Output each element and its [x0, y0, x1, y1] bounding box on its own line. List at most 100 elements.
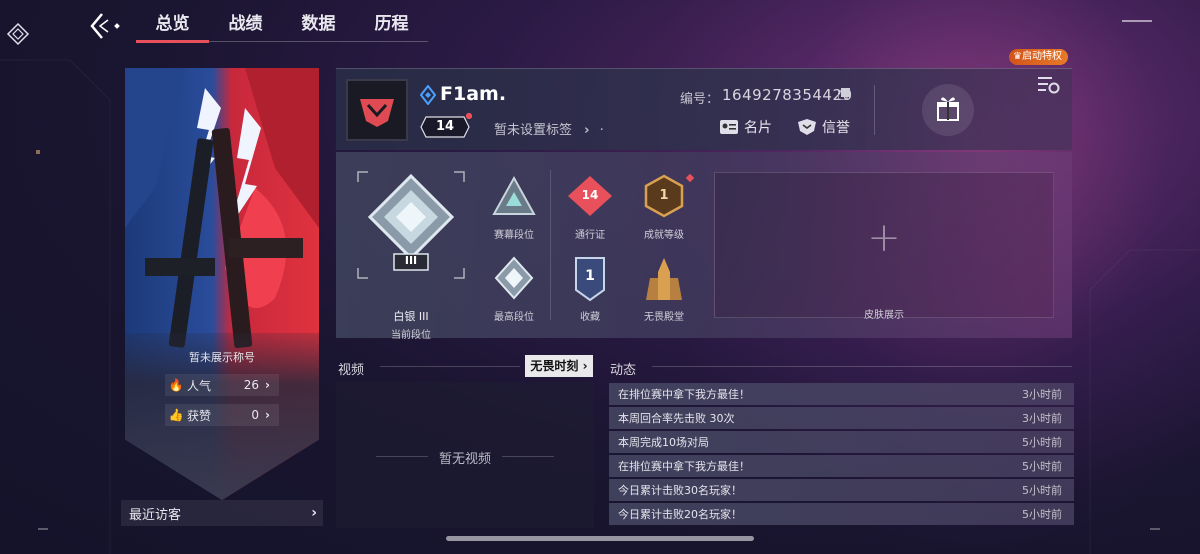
settings-icon[interactable] [1036, 73, 1062, 97]
divider [550, 170, 551, 320]
moments-button[interactable]: 无畏时刻 › [525, 355, 593, 377]
uid-value: 1649278354420 [722, 86, 853, 104]
chevron-right-icon: › [584, 123, 590, 138]
top-tabs: 总览 战绩 数据 历程 [136, 6, 428, 43]
achievement-level[interactable]: 1 成就等级 [636, 174, 694, 244]
divider [502, 456, 554, 457]
name-card-button[interactable]: 名片 [720, 117, 772, 137]
recent-visitors-button[interactable]: 最近访客 › [121, 500, 323, 526]
back-icon[interactable] [86, 10, 122, 42]
feed-text: 在排位赛中拿下我方最佳！ [618, 388, 750, 401]
credit-label: 信誉 [822, 120, 850, 136]
chevron-right-icon: › [578, 359, 588, 373]
likes-value: 0 [251, 408, 259, 422]
list-item[interactable]: 本周回合率先击败 30次 3小时前 [609, 407, 1074, 429]
rank-numeral: III [404, 254, 418, 267]
feed-section-title: 动态 [610, 363, 637, 378]
privilege-badge[interactable]: ♛启动特权 [1009, 49, 1068, 65]
avatar[interactable] [346, 79, 408, 141]
privilege-label: 启动特权 [1021, 51, 1062, 62]
new-dot-icon [686, 174, 694, 182]
feed-time: 5小时前 [1022, 460, 1062, 473]
verified-icon [420, 85, 436, 105]
achievement-label: 成就等级 [644, 230, 684, 241]
video-area: 暂无视频 [336, 382, 594, 528]
tag-selector[interactable]: 暂未设置标签 › · [494, 119, 604, 138]
feed-text: 在排位赛中拿下我方最佳！ [618, 460, 750, 473]
collection-label: 收藏 [580, 312, 600, 323]
valorant-logo-icon [360, 99, 394, 127]
tab-record[interactable]: 战绩 [209, 6, 282, 41]
hall-icon [646, 258, 682, 300]
current-rank-label: 当前段位 [391, 330, 431, 341]
shield-icon [798, 119, 816, 135]
popularity-row[interactable]: 🔥 人气 26 › [165, 374, 279, 396]
rank-panel: III 白银 III 当前段位 赛幕段位 最高段位 14 通行证 1 成就等级 [336, 152, 1072, 341]
achievement-value: 1 [659, 188, 669, 203]
dot-icon: · [599, 123, 604, 138]
popularity-label: 人气 [187, 378, 212, 393]
battle-pass[interactable]: 14 通行证 [562, 174, 618, 244]
tab-data[interactable]: 数据 [282, 6, 355, 41]
list-item[interactable]: 在排位赛中拿下我方最佳！ 3小时前 [609, 383, 1074, 405]
fire-icon: 🔥 [168, 378, 184, 392]
feed-text: 本周完成10场对局 [618, 436, 709, 449]
list-item[interactable]: 今日累计击败30名玩家！ 5小时前 [609, 479, 1074, 501]
tab-history[interactable]: 历程 [355, 6, 428, 41]
highest-rank[interactable]: 最高段位 [486, 256, 542, 326]
add-icon: + [867, 215, 901, 261]
current-rank[interactable]: III 白银 III 当前段位 [356, 170, 466, 341]
season-rank-label: 赛幕段位 [494, 230, 534, 241]
home-icon[interactable] [6, 22, 30, 46]
home-indicator[interactable] [446, 536, 754, 541]
chevron-right-icon: › [265, 408, 270, 422]
chevron-right-icon: › [311, 505, 317, 521]
gift-button[interactable] [922, 84, 974, 136]
hall-of-fame[interactable]: 无畏殿堂 [636, 256, 692, 326]
gift-icon [937, 97, 959, 121]
feed-time: 3小时前 [1022, 388, 1062, 401]
video-empty-text: 暂无视频 [438, 452, 491, 467]
highest-rank-icon [494, 256, 534, 300]
list-item[interactable]: 今日累计击败20名玩家！ 5小时前 [609, 503, 1074, 525]
likes-label: 获赞 [187, 408, 212, 423]
collection[interactable]: 1 收藏 [562, 256, 618, 326]
video-section-title: 视频 [338, 363, 365, 378]
feed-time: 5小时前 [1022, 484, 1062, 497]
name-card-label: 名片 [744, 120, 772, 136]
feed-text: 今日累计击败30名玩家！ [618, 484, 742, 497]
feed-time: 3小时前 [1022, 412, 1062, 425]
highest-rank-label: 最高段位 [494, 312, 534, 323]
divider [874, 85, 875, 135]
feed-time: 5小时前 [1022, 508, 1062, 521]
recent-visitors-label: 最近访客 [129, 507, 182, 523]
moments-label: 无畏时刻 [530, 359, 579, 373]
copy-icon[interactable] [838, 88, 850, 100]
collection-value: 1 [585, 268, 595, 284]
divider [652, 366, 1072, 367]
feed-text: 本周回合率先击败 30次 [618, 412, 735, 425]
credit-button[interactable]: 信誉 [798, 117, 850, 137]
divider [380, 366, 520, 367]
player-banner[interactable]: 暂未展示称号 🔥 人气 26 › 👍 获赞 0 › [125, 68, 319, 500]
list-item[interactable]: 在排位赛中拿下我方最佳！ 5小时前 [609, 455, 1074, 477]
activity-feed: 在排位赛中拿下我方最佳！ 3小时前 本周回合率先击败 30次 3小时前 本周完成… [609, 383, 1074, 527]
list-item[interactable]: 本周完成10场对局 5小时前 [609, 431, 1074, 453]
player-name: F1am. [440, 83, 507, 105]
season-rank-icon [492, 175, 536, 215]
likes-row[interactable]: 👍 获赞 0 › [165, 404, 279, 426]
player-level: 14 [435, 119, 455, 134]
hall-label: 无畏殿堂 [644, 312, 684, 323]
id-card-icon [720, 120, 738, 134]
skin-showcase[interactable]: + [714, 172, 1054, 318]
tab-overview[interactable]: 总览 [136, 6, 209, 43]
battle-pass-value: 14 [581, 188, 599, 202]
popularity-value: 26 [243, 378, 259, 392]
banner-title: 暂未展示称号 [189, 351, 255, 364]
crown-icon: ♛ [1013, 51, 1022, 62]
current-rank-name: 白银 III [393, 310, 429, 323]
feed-time: 5小时前 [1022, 436, 1062, 449]
battle-pass-label: 通行证 [575, 230, 605, 241]
tag-placeholder-text: 暂未设置标签 [494, 123, 573, 138]
season-rank[interactable]: 赛幕段位 [486, 174, 542, 244]
